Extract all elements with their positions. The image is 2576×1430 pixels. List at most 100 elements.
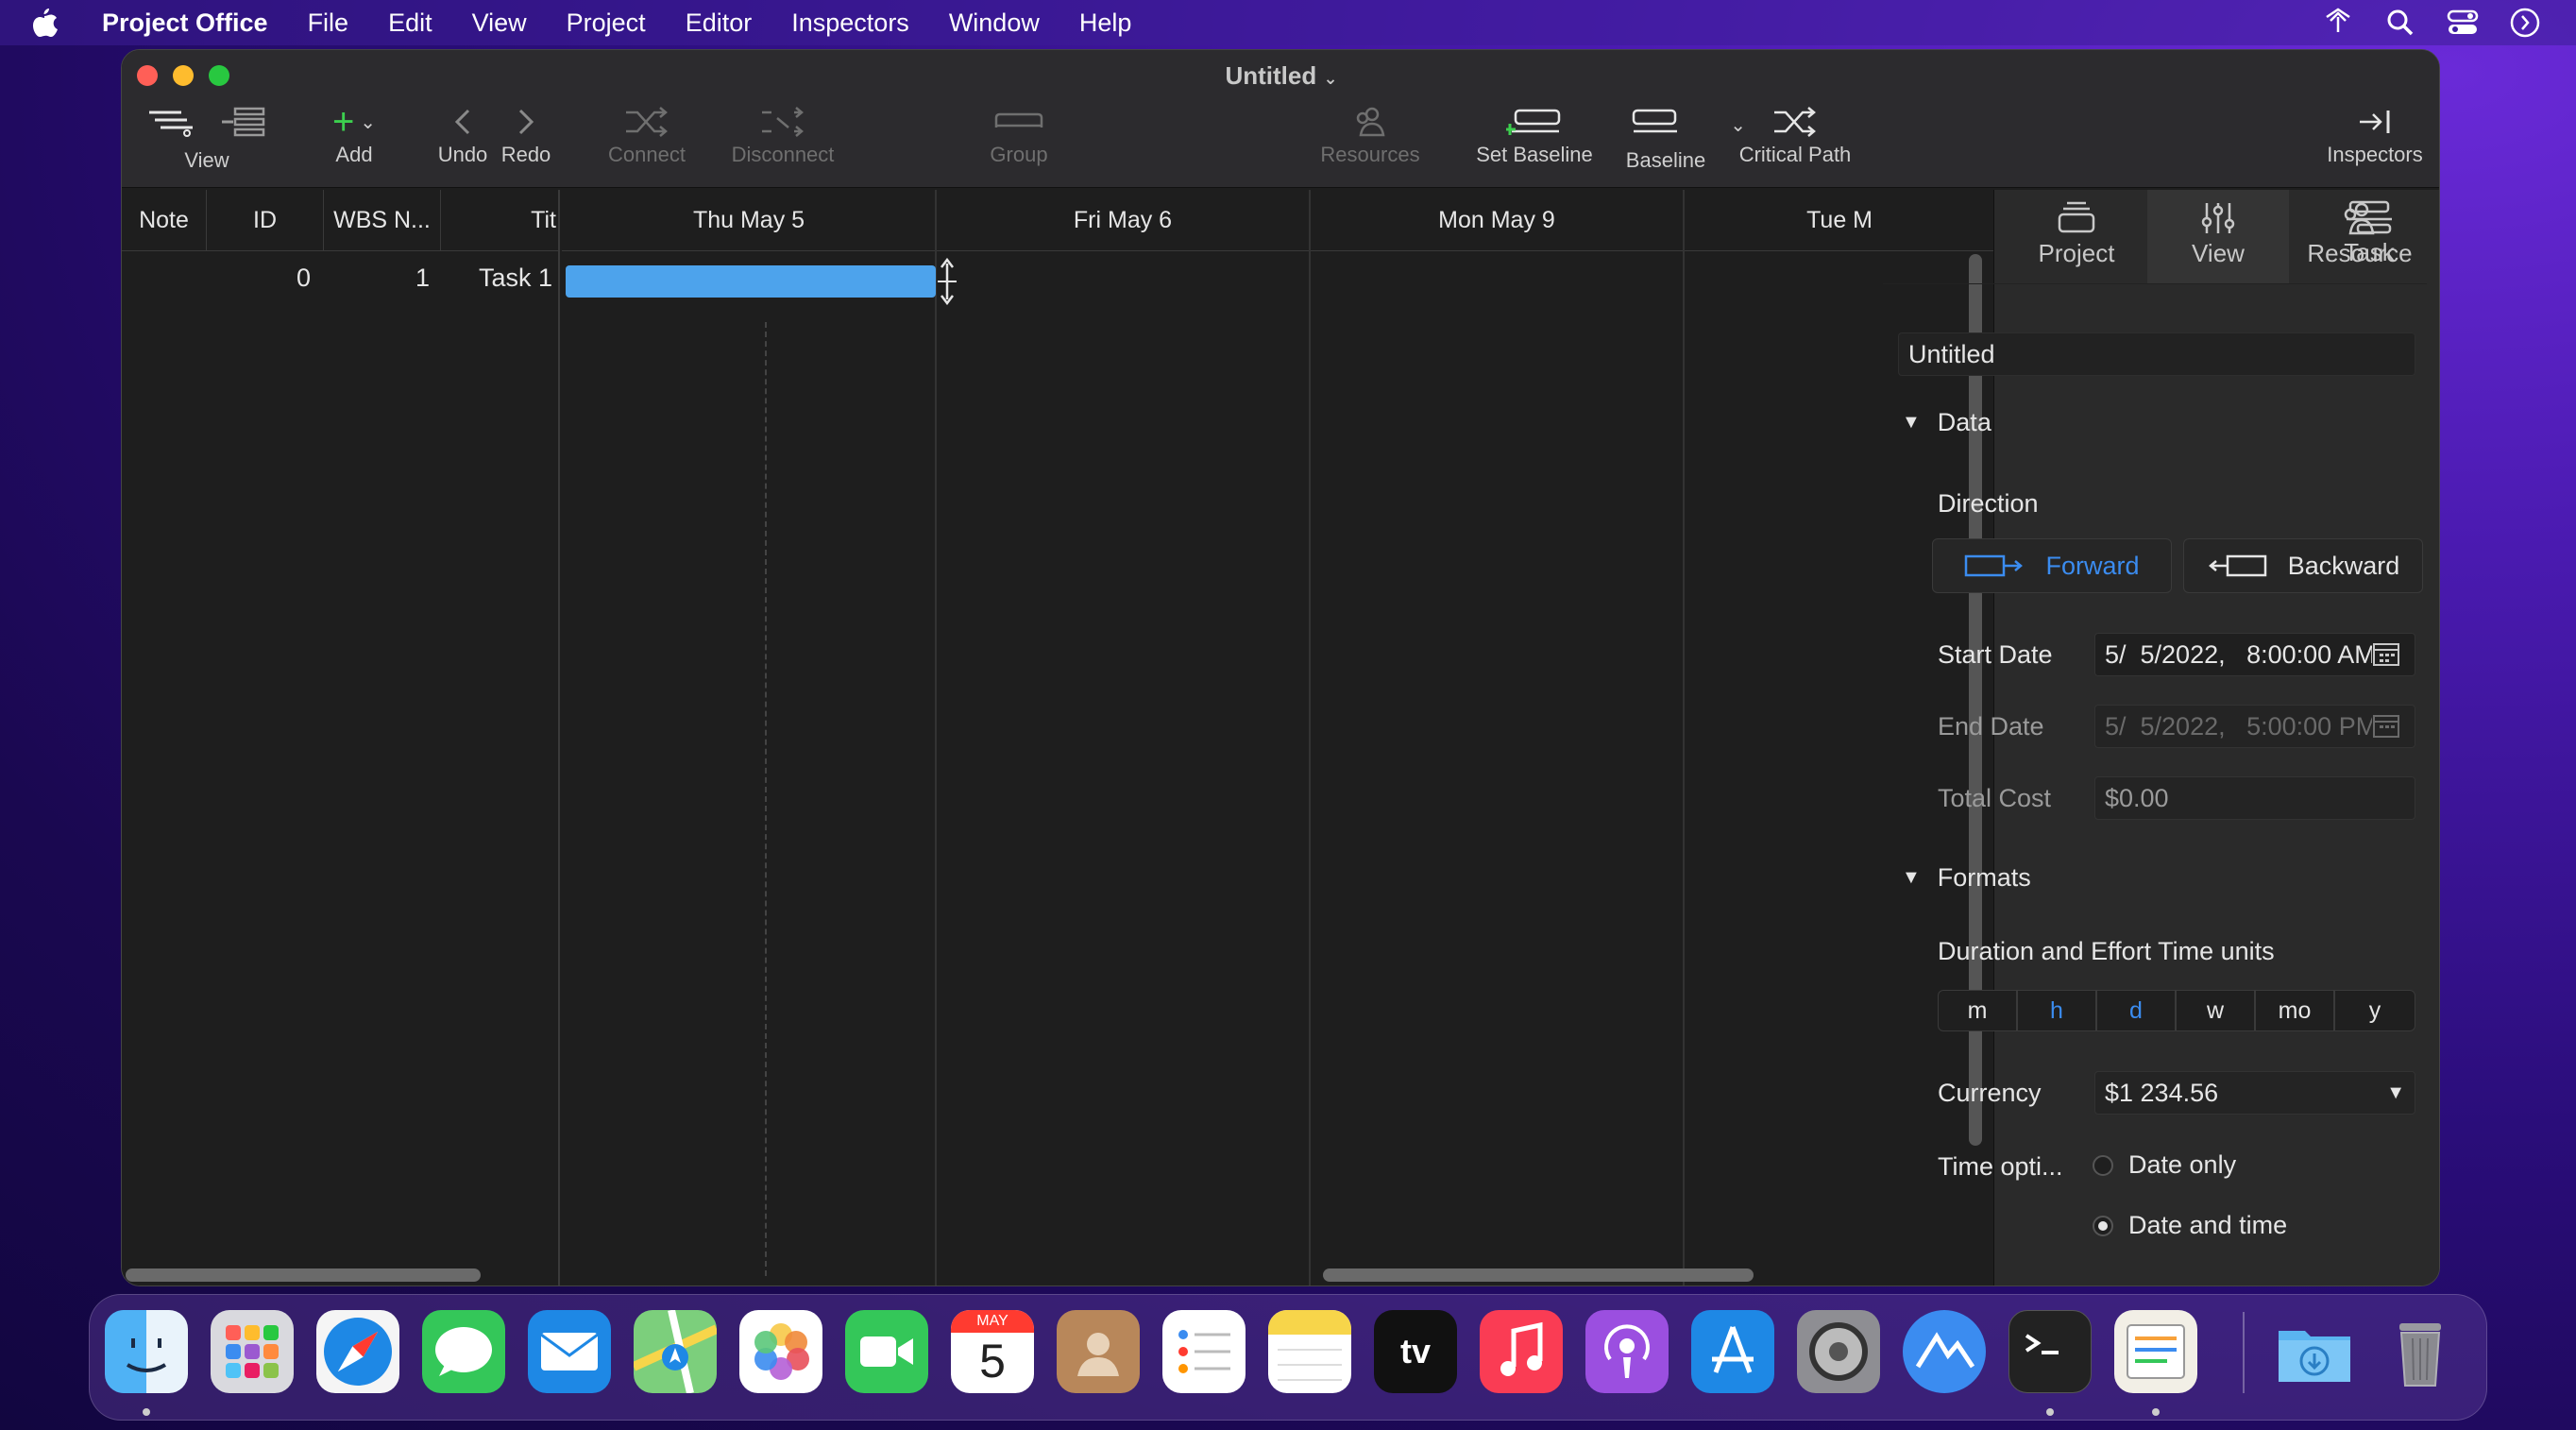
add-button[interactable]: + ⌄ Add (316, 103, 392, 167)
app-menu[interactable]: Project Office (102, 9, 268, 38)
forward-arrow-icon (1965, 554, 2024, 577)
maps-icon[interactable] (631, 1309, 720, 1394)
table-row[interactable]: 0 1 Task 1 (122, 250, 560, 307)
siri-icon[interactable] (2506, 0, 2544, 45)
radio-selected-icon (2093, 1215, 2113, 1236)
music-icon[interactable] (1480, 1310, 1563, 1393)
data-section-label: Data (1937, 408, 1991, 436)
table-horizontal-scrollbar[interactable] (126, 1268, 481, 1282)
start-date-value: 5/ 5/2022, 8:00:00 AM (2105, 639, 2376, 669)
task-bar[interactable] (566, 265, 936, 298)
menu-help[interactable]: Help (1079, 9, 1132, 38)
baseline-icon (1632, 109, 1677, 133)
mail-icon[interactable] (528, 1310, 611, 1393)
currency-select[interactable]: $1 234.56 ▼ (2094, 1071, 2415, 1115)
contacts-icon[interactable] (1057, 1310, 1140, 1393)
resources-button[interactable]: Resources (1304, 107, 1436, 167)
messages-icon[interactable] (422, 1310, 505, 1393)
project-office-icon[interactable] (1903, 1310, 1986, 1393)
redo-button[interactable]: Redo (492, 107, 560, 167)
control-center-icon[interactable] (2444, 0, 2482, 45)
critical-path-button[interactable]: Critical Path (1701, 107, 1890, 167)
redo-label: Redo (500, 143, 551, 166)
time-unit-months[interactable]: mo (2255, 990, 2334, 1031)
apple-menu-icon[interactable] (30, 7, 74, 39)
disconnect-icon (762, 107, 804, 137)
launchpad-icon[interactable] (211, 1310, 294, 1393)
formats-section-header[interactable]: ▼ Formats (1902, 863, 2031, 893)
view-button[interactable]: View (141, 107, 273, 173)
task-tab-icon (2347, 200, 2392, 234)
row-title: Task 1 (478, 264, 552, 292)
gantt-horizontal-scrollbar[interactable] (1323, 1268, 1754, 1282)
disclosure-triangle-icon: ▼ (1902, 412, 1921, 433)
spotlight-search-icon[interactable] (2381, 0, 2419, 45)
column-header-title[interactable]: Tit (441, 190, 560, 250)
menu-edit[interactable]: Edit (388, 9, 432, 38)
menu-project[interactable]: Project (567, 9, 646, 38)
title-toolbar: Untitled ⌄ View + ⌄ Add Undo Redo Connec… (122, 50, 2439, 188)
script-editor-running-dot (2152, 1408, 2160, 1416)
project-name-field[interactable]: Untitled (1898, 332, 2415, 376)
podcasts-icon[interactable] (1585, 1310, 1669, 1393)
column-header-note[interactable]: Note (122, 190, 207, 250)
time-unit-years[interactable]: y (2334, 990, 2415, 1031)
undo-button[interactable]: Undo (430, 107, 496, 167)
safari-icon[interactable] (316, 1310, 399, 1393)
network-icon[interactable] (2319, 0, 2357, 45)
calendar-day: 5 (979, 1335, 1006, 1387)
group-button[interactable]: Group (972, 107, 1066, 167)
inspectors-button[interactable]: Inspectors (2309, 107, 2439, 167)
tab-view-label: View (2192, 239, 2245, 267)
notes-icon[interactable] (1268, 1310, 1351, 1393)
app-store-icon[interactable] (1691, 1310, 1774, 1393)
window-title[interactable]: Untitled ⌄ (122, 61, 2439, 91)
resources-label: Resources (1320, 143, 1420, 166)
time-unit-hours[interactable]: h (2017, 990, 2096, 1031)
menu-window[interactable]: Window (949, 9, 1040, 38)
column-header-wbs[interactable]: WBS N... (324, 190, 441, 250)
backward-button[interactable]: Backward (2183, 538, 2423, 593)
radio-date-only[interactable]: Date only (2093, 1150, 2236, 1180)
time-unit-days[interactable]: d (2096, 990, 2176, 1031)
time-unit-weeks[interactable]: w (2176, 990, 2255, 1031)
reminders-icon[interactable] (1162, 1310, 1246, 1393)
finder-icon[interactable] (105, 1310, 188, 1393)
currency-label: Currency (1938, 1079, 2042, 1107)
dock: MAY 5 tv (89, 1294, 2487, 1421)
apple-tv-icon[interactable]: tv (1374, 1310, 1457, 1393)
menu-editor[interactable]: Editor (686, 9, 753, 38)
column-header-id[interactable]: ID (207, 190, 324, 250)
forward-button[interactable]: Forward (1932, 538, 2172, 593)
radio-date-and-time[interactable]: Date and time (2093, 1211, 2287, 1240)
time-units-segmented-control: m h d w mo y (1938, 990, 2415, 1031)
menu-inspectors[interactable]: Inspectors (791, 9, 909, 38)
time-unit-minutes[interactable]: m (1938, 990, 2017, 1031)
tab-view[interactable]: View (2147, 190, 2289, 284)
data-section-header[interactable]: ▼ Data (1902, 408, 1991, 437)
project-name-value: Untitled (1908, 339, 1995, 368)
date-header-thu: Thu May 5 (692, 206, 805, 233)
tab-project-label: Project (2038, 239, 2115, 267)
disclosure-triangle-icon: ▼ (1902, 867, 1921, 888)
task-table: Note ID WBS N... Tit 0 1 Task 1 (122, 190, 560, 1285)
system-preferences-icon[interactable] (1797, 1310, 1880, 1393)
disconnect-button[interactable]: Disconnect (707, 107, 858, 167)
facetime-icon[interactable] (845, 1310, 928, 1393)
terminal-icon[interactable] (2008, 1310, 2092, 1393)
downloads-folder-icon[interactable] (2273, 1310, 2356, 1393)
direction-label: Direction (1938, 489, 2039, 518)
tab-task[interactable]: Task (2298, 189, 2440, 283)
date-and-time-label: Date and time (2128, 1211, 2288, 1239)
start-date-field[interactable]: 5/ 5/2022, 8:00:00 AM (2094, 633, 2415, 676)
trash-icon[interactable] (2379, 1310, 2462, 1393)
connect-button[interactable]: Connect (590, 107, 703, 167)
sliders-icon (2201, 203, 2235, 233)
calendar-icon[interactable] (2372, 640, 2400, 667)
script-editor-icon[interactable] (2114, 1310, 2197, 1393)
menu-file[interactable]: File (308, 9, 349, 38)
tab-project[interactable]: Project (2006, 190, 2147, 284)
photos-icon[interactable] (739, 1310, 822, 1393)
calendar-app-icon[interactable]: MAY 5 (951, 1310, 1034, 1393)
menu-view[interactable]: View (472, 9, 527, 38)
